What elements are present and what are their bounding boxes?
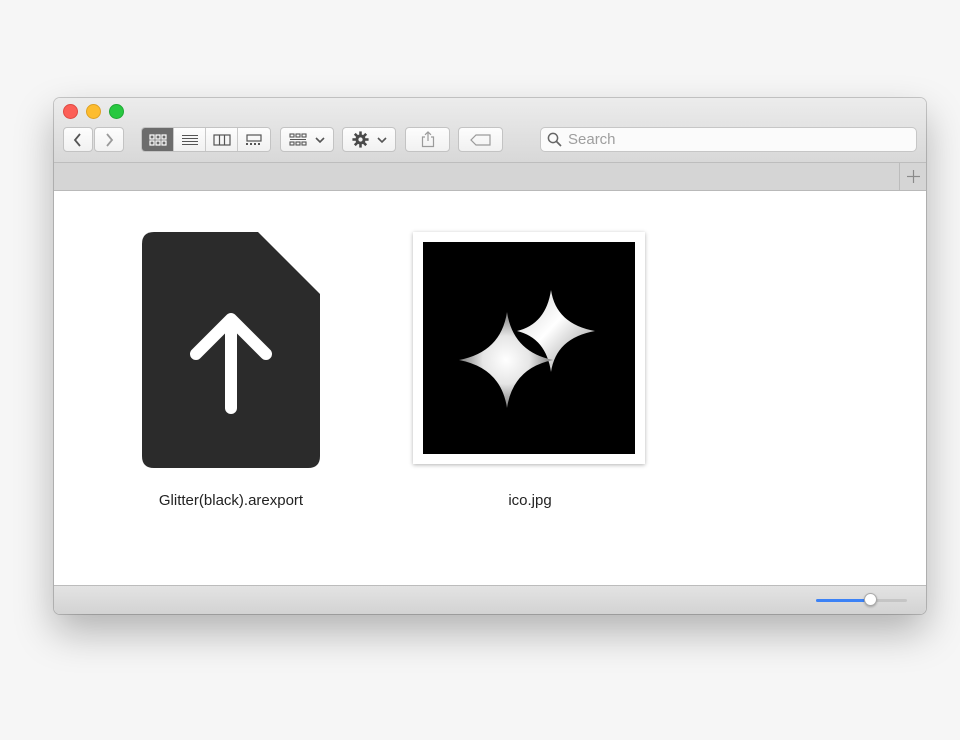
share-icon [421, 131, 434, 148]
finder-window: Glitter(black).arexport [54, 98, 926, 614]
column-view-icon [212, 133, 231, 146]
file-item[interactable]: Glitter(black).arexport [124, 221, 338, 521]
chevron-down-icon [376, 136, 387, 143]
plus-icon [906, 170, 920, 183]
back-button[interactable] [63, 127, 93, 152]
chevron-left-icon [73, 132, 81, 147]
arexport-file-icon [142, 232, 320, 468]
chevron-right-icon [106, 132, 114, 147]
file-item[interactable]: ico.jpg [412, 221, 648, 521]
file-name: Glitter(black).arexport [158, 492, 304, 509]
tab-bar [54, 163, 926, 191]
minimize-button[interactable] [86, 104, 101, 119]
group-by-button[interactable] [280, 127, 334, 152]
slider-knob[interactable] [864, 593, 878, 606]
file-area: Glitter(black).arexport ico.jpg [54, 191, 926, 586]
icon-view-icon [148, 133, 167, 146]
search-icon [547, 132, 562, 147]
new-tab-button[interactable] [899, 163, 926, 190]
list-view-button[interactable] [174, 128, 206, 151]
list-view-icon [181, 134, 198, 145]
close-button[interactable] [63, 104, 78, 119]
forward-button[interactable] [94, 127, 124, 152]
gallery-view-icon [246, 133, 262, 145]
file-name: ico.jpg [508, 492, 552, 509]
gallery-view-button[interactable] [238, 128, 270, 151]
image-thumbnail [413, 232, 645, 464]
tag-button[interactable] [458, 127, 503, 152]
gear-icon [351, 131, 369, 148]
search-input[interactable] [568, 131, 888, 148]
slider-fill [816, 599, 871, 602]
status-bar [54, 585, 926, 614]
group-grid-icon [289, 133, 307, 146]
icon-size-slider[interactable] [816, 593, 907, 606]
view-mode-control [141, 127, 271, 152]
sparkle-image-icon [423, 242, 635, 454]
tag-icon [469, 133, 491, 146]
toolbar [54, 98, 926, 163]
chevron-down-icon [315, 136, 325, 143]
action-button[interactable] [342, 127, 396, 152]
icon-view-button[interactable] [142, 128, 174, 151]
maximize-button[interactable] [109, 104, 124, 119]
column-view-button[interactable] [206, 128, 238, 151]
share-button[interactable] [405, 127, 450, 152]
search-field[interactable] [540, 127, 917, 152]
